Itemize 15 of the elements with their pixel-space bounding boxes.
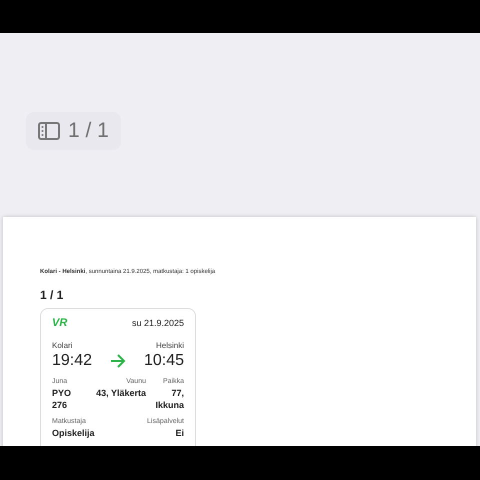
destination-station: Helsinki	[156, 341, 184, 350]
field-value: Opiskelija	[52, 427, 96, 440]
field-value: PYO 276	[52, 387, 72, 412]
field-value: 43, Yläkerta	[96, 387, 146, 400]
arrow-icon	[110, 354, 126, 368]
sidebar-icon	[38, 122, 60, 140]
arrival-time: 10:45	[144, 352, 184, 370]
field-value: Ei	[175, 427, 184, 440]
origin-station: Kolari	[52, 341, 72, 350]
ticket-date: su 21.9.2025	[132, 318, 184, 328]
page-heading: 1 / 1	[40, 288, 64, 302]
field-value: 77, Ikkuna	[154, 387, 184, 412]
departure-time: 19:42	[52, 352, 92, 370]
logo: VR	[52, 317, 68, 329]
page-indicator[interactable]: 1 / 1	[26, 112, 121, 150]
